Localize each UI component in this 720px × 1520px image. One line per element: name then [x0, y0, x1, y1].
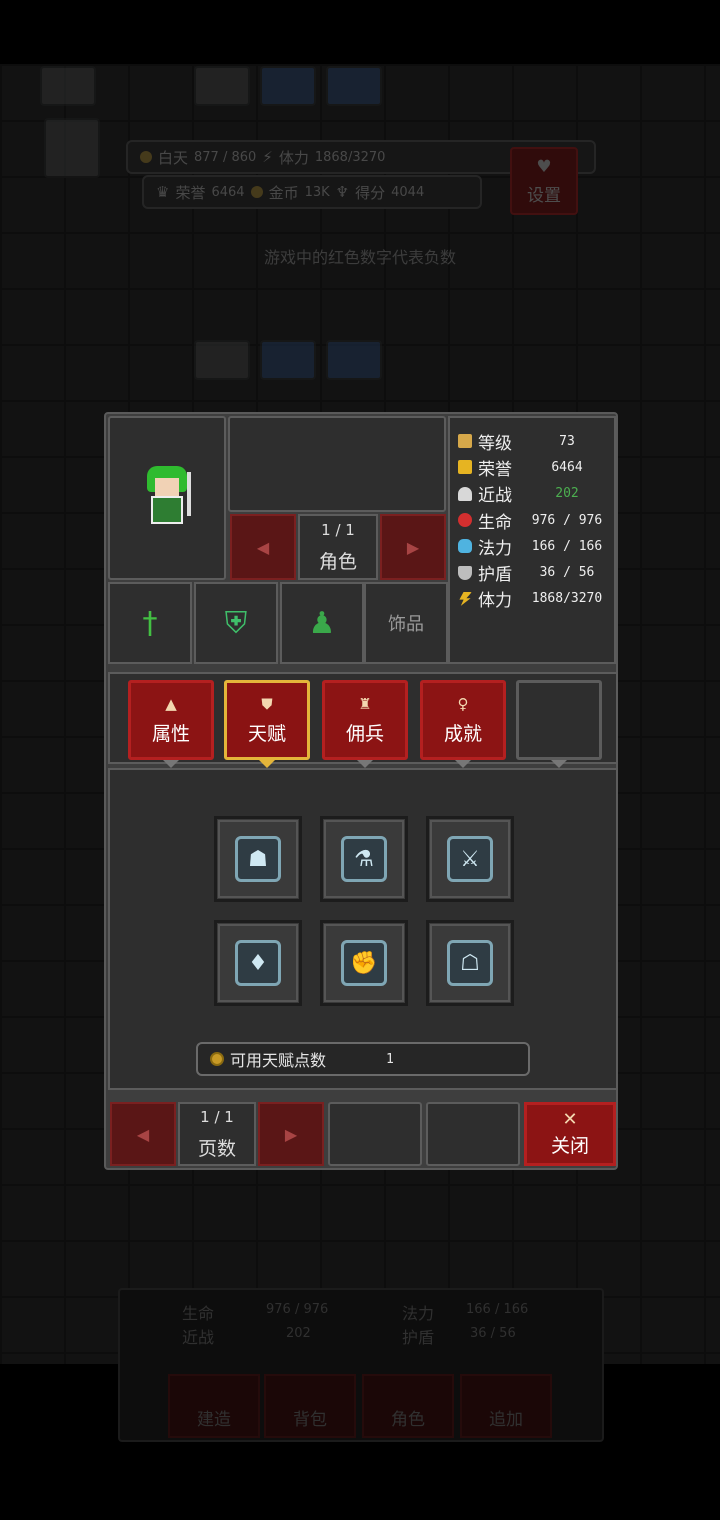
character-pager: 1 / 1 角色 [298, 514, 378, 580]
talent-points-value: 1 [386, 1051, 394, 1067]
stat-honor: 荣誉 6464 [458, 454, 608, 480]
fist-icon: ✊ [341, 940, 387, 986]
hourglass-icon [458, 434, 472, 449]
arrow-left-icon: ◀ [256, 537, 270, 557]
footer-empty-slot [328, 1102, 422, 1166]
crown-icon [458, 460, 472, 475]
character-page-label: 角色 [318, 550, 357, 573]
arrow-left-icon: ◀ [136, 1124, 150, 1144]
character-talent-dialog: ◀ 1 / 1 角色 ▶ † ⛨ ♟ 饰品 等级 73 荣誉 6464 近战 2 [104, 412, 618, 1170]
trophy-icon: ♀ [457, 694, 469, 713]
talent-slot[interactable]: ⚔ [426, 816, 514, 902]
prev-page-button[interactable]: ◀ [110, 1102, 176, 1166]
talent-slot[interactable]: ☗ [214, 816, 302, 902]
armor-slot[interactable]: ⛨ [194, 582, 278, 664]
talent-slot[interactable]: ⚗ [320, 816, 408, 902]
arrow-right-icon: ▶ [406, 537, 420, 557]
tab-mercenaries[interactable]: ♜ 佣兵 [322, 680, 408, 768]
talent-slot[interactable]: ☖ [426, 920, 514, 1006]
stat-stamina: 体力 1868/3270 [458, 586, 608, 612]
armor-icon: ♜ [358, 694, 372, 713]
shield-icon [458, 565, 472, 580]
helmet-icon: ☖ [447, 940, 493, 986]
lightning-icon [459, 591, 472, 606]
stone-face-icon: ☗ [235, 836, 281, 882]
potion-flask-icon: ⚗ [341, 836, 387, 882]
tab-achievements[interactable]: ♀ 成就 [420, 680, 506, 768]
character-page-number: 1 / 1 [321, 520, 355, 539]
talent-points-label: 可用天赋点数 [230, 1051, 327, 1070]
character-stats-panel: 等级 73 荣誉 6464 近战 202 生命 976 / 976 法力 166… [448, 416, 616, 664]
green-hair-hero-icon [137, 466, 197, 530]
accessory-slot[interactable]: 饰品 [364, 582, 448, 664]
talent-points-bar: 可用天赋点数 1 [196, 1042, 530, 1076]
arrow-up-icon: ▲ [165, 694, 177, 713]
tab-empty [516, 680, 602, 768]
character-preview-area [228, 416, 446, 512]
goblin-cape-icon: ♟ [308, 605, 336, 641]
talent-panel: ☗ ⚗ ⚔ ♦ ✊ ☖ 可用天赋点数 1 [108, 768, 618, 1090]
page-number: 1 / 1 [200, 1107, 234, 1126]
mount-slot[interactable]: ♟ [280, 582, 364, 664]
accessory-slot-label: 饰品 [388, 614, 424, 635]
stat-level: 等级 73 [458, 428, 608, 454]
character-portrait [108, 416, 226, 580]
green-sword-icon: † [142, 605, 158, 641]
stat-shield: 护盾 36 / 56 [458, 559, 608, 585]
tab-talents[interactable]: ⛊ 天赋 [224, 680, 310, 768]
stat-mana: 法力 166 / 166 [458, 533, 608, 559]
sword-icon [458, 486, 472, 501]
close-icon: ✕ [562, 1108, 578, 1130]
next-character-button[interactable]: ▶ [380, 514, 446, 580]
stat-hp: 生命 976 / 976 [458, 507, 608, 533]
mana-flask-icon [458, 539, 472, 554]
next-page-button[interactable]: ▶ [258, 1102, 324, 1166]
tab-bar: ▲ 属性 ⛊ 天赋 ♜ 佣兵 ♀ 成就 [108, 672, 618, 768]
close-button[interactable]: ✕ 关闭 [524, 1102, 616, 1166]
page-pager: 1 / 1 页数 [178, 1102, 256, 1166]
footer-empty-slot [426, 1102, 520, 1166]
coin-icon [210, 1052, 224, 1066]
heart-icon [458, 513, 472, 528]
weapon-slot[interactable]: † [108, 582, 192, 664]
crossed-swords-icon: ⚔ [447, 836, 493, 882]
dialog-footer: ◀ 1 / 1 页数 ▶ ✕ 关闭 [108, 1098, 618, 1168]
arrow-right-icon: ▶ [284, 1124, 298, 1144]
talent-slot[interactable]: ♦ [214, 920, 302, 1006]
shield-icon: ⛊ [261, 694, 273, 713]
stat-melee: 近战 202 [458, 481, 608, 507]
prev-character-button[interactable]: ◀ [230, 514, 296, 580]
spear-tip-icon: ♦ [235, 940, 281, 986]
talent-slot[interactable]: ✊ [320, 920, 408, 1006]
page-label: 页数 [197, 1137, 236, 1160]
tab-attributes[interactable]: ▲ 属性 [128, 680, 214, 768]
green-armor-icon: ⛨ [224, 605, 248, 641]
